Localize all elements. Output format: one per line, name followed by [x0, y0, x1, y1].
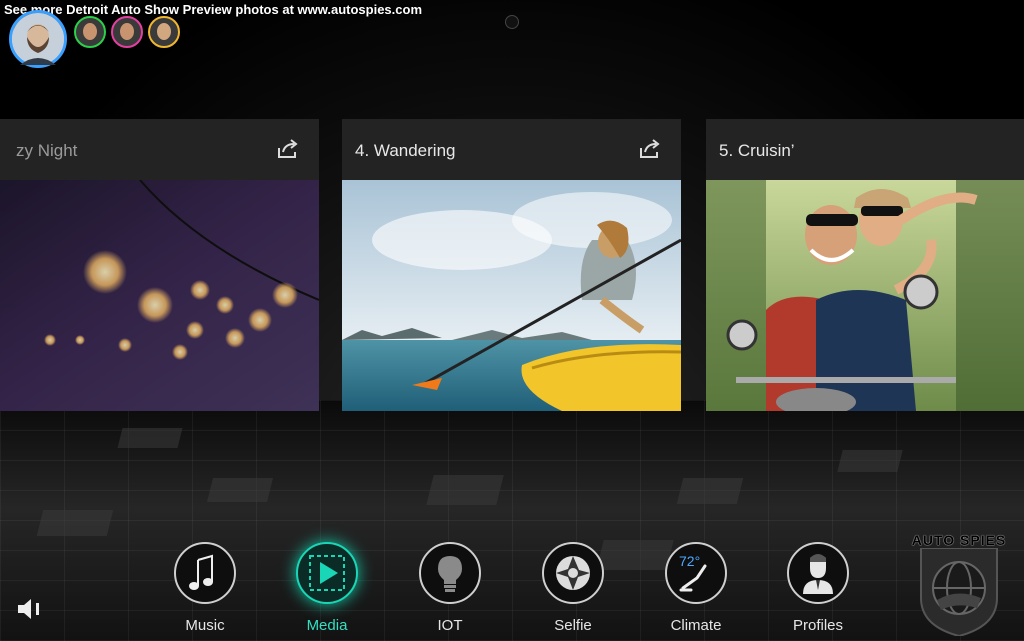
autospies-logo: AUTO SPIES — [897, 530, 1021, 636]
nav-label-music: Music — [185, 617, 225, 634]
card-header: 5. Cruisin’ — [706, 119, 1024, 180]
card-header: zy Night — [0, 119, 319, 180]
nav-label-media: Media — [306, 617, 348, 634]
playlist-card-5[interactable]: 5. Cruisin’ — [706, 119, 1024, 411]
grid-floor — [0, 400, 1024, 641]
share-icon[interactable] — [277, 139, 299, 159]
nav-label-profiles: Profiles — [792, 617, 844, 634]
iot-button[interactable] — [419, 542, 481, 604]
share-icon[interactable] — [639, 139, 661, 159]
climate-icon: 72° — [679, 553, 707, 592]
profiles-button[interactable] — [787, 542, 849, 604]
scooter-couple-photo — [706, 180, 1024, 411]
play-icon — [309, 555, 345, 591]
nav-label-iot: IOT — [437, 617, 463, 634]
card-title: 5. Cruisin’ — [719, 141, 795, 160]
camera-dot — [505, 15, 519, 29]
watermark-text: See more Detroit Auto Show Preview photo… — [4, 2, 422, 17]
kayak-photo — [342, 180, 681, 411]
selfie-button[interactable] — [542, 542, 604, 604]
playlist-card-4[interactable]: 4. Wandering — [342, 119, 681, 411]
climate-button[interactable]: 72° — [665, 542, 727, 604]
brand-watermark: AUTO SPIES — [911, 532, 1007, 548]
nav-label-selfie: Selfie — [554, 617, 592, 634]
card-title: 4. Wandering — [355, 141, 456, 160]
avatar-profile-yellow[interactable] — [148, 16, 180, 48]
profile-icon — [803, 554, 833, 594]
card-header: 4. Wandering — [342, 119, 681, 180]
media-button[interactable] — [296, 542, 358, 604]
infotainment-screen: See more Detroit Auto Show Preview photo… — [0, 0, 1024, 641]
globe-logo-icon — [920, 548, 998, 636]
avatar-profile-green[interactable] — [74, 16, 106, 48]
playlist-card-3[interactable]: zy Night — [0, 119, 319, 411]
volume-icon[interactable] — [16, 597, 46, 621]
avatar-profile-pink[interactable] — [111, 16, 143, 48]
card-title: zy Night — [16, 141, 78, 160]
music-icon — [189, 554, 213, 590]
lightbulb-icon — [438, 556, 462, 592]
camera-aperture-icon — [556, 556, 590, 590]
climate-temperature: 72° — [679, 553, 700, 569]
avatar-man-beard — [12, 13, 64, 65]
night-lights-photo — [0, 180, 319, 411]
nav-label-climate: Climate — [670, 617, 722, 634]
avatar-active-profile[interactable] — [9, 10, 67, 68]
music-button[interactable] — [174, 542, 236, 604]
